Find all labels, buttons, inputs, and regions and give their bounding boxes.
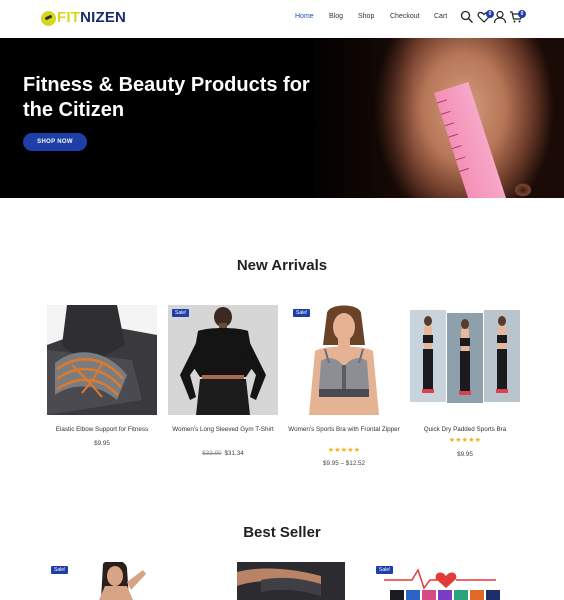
product-card[interactable] [221, 562, 345, 600]
hero-banner: Fitness & Beauty Products for the Citize… [0, 38, 564, 198]
product-image[interactable]: Sale! [372, 562, 506, 600]
shop-now-button[interactable]: SHOP NOW [23, 133, 87, 151]
rating-stars: ★★★★★ [327, 447, 361, 454]
search-icon[interactable] [460, 10, 474, 24]
product-price: $33.90 $31.34 [202, 450, 244, 457]
product-name[interactable]: Women’s Sports Bra with Frontal Zipper [283, 425, 405, 435]
product-card[interactable]: Sale! [372, 562, 506, 600]
rating-stars: ★★★★★ [448, 437, 482, 444]
sale-badge: Sale! [293, 309, 311, 317]
product-image[interactable]: Sale! [47, 562, 157, 600]
site-header: FITNIZEN Home Blog Shop Checkout Cart 0 … [0, 0, 564, 38]
nav-checkout[interactable]: Checkout [390, 13, 420, 20]
best-seller-title: Best Seller [243, 524, 321, 541]
hero-title: Fitness & Beauty Products for the Citize… [23, 74, 310, 121]
new-arrivals-title: New Arrivals [236, 257, 328, 274]
old-price: $33.90 [202, 450, 222, 457]
product-price: $9.95 [94, 440, 110, 447]
logo-text: FITNIZEN [57, 9, 127, 26]
product-image[interactable] [221, 562, 345, 600]
logo-icon [41, 10, 56, 26]
sale-badge: Sale! [51, 566, 69, 574]
product-price: $9.95 [457, 451, 473, 458]
nav-shop[interactable]: Shop [358, 13, 374, 20]
product-image[interactable]: Sale! [289, 305, 399, 415]
product-card[interactable]: Sale! [47, 562, 157, 600]
nav-blog[interactable]: Blog [329, 13, 343, 20]
product-image[interactable] [410, 305, 520, 415]
sale-badge: Sale! [376, 566, 394, 574]
product-image[interactable]: Sale! [168, 305, 278, 415]
nav-cart[interactable]: Cart [434, 13, 447, 20]
product-price: $9.95 – $12.52 [322, 460, 366, 467]
site-logo[interactable]: FITNIZEN [41, 9, 126, 27]
nav-home[interactable]: Home [295, 13, 314, 20]
product-name[interactable]: Women’s Long Sleeved Gym T-Shirt [162, 425, 284, 435]
cart-count-badge: 0 [518, 10, 526, 18]
sale-badge: Sale! [172, 309, 190, 317]
user-icon[interactable] [493, 10, 507, 24]
product-name[interactable]: Quick Dry Padded Sports Bra [404, 425, 526, 435]
product-image[interactable] [47, 305, 157, 415]
product-name[interactable]: Elastic Elbow Support for Fitness [41, 425, 163, 435]
